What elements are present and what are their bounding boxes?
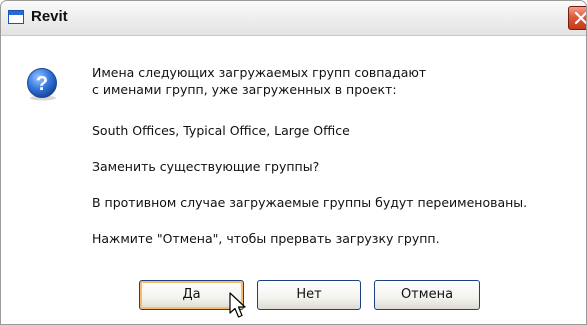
message-line-2: с именами групп, уже загруженных в проек… [92,82,397,97]
svg-text:?: ? [36,73,48,95]
cancel-button[interactable]: Отмена [374,280,480,310]
group-names: South Offices, Typical Office, Large Off… [92,123,350,138]
title-bar[interactable]: Revit [1,1,586,36]
dialog-body: ? Имена следующих загружаемых групп совп… [1,36,586,324]
mouse-pointer-icon [229,292,246,318]
rename-notice: В противном случае загружаемые группы бу… [92,195,528,210]
cancel-hint: Нажмите "Отмена", чтобы прервать загрузк… [92,231,440,246]
window-title: Revit [31,8,68,25]
close-x-icon [574,11,586,25]
revit-window-icon [8,10,24,24]
question-icon: ? [27,68,57,101]
dialog-window: Revit ? Имена следующих загружаемых груп… [0,0,587,325]
replace-question: Заменить существующие группы? [92,159,320,174]
close-button[interactable] [568,6,586,30]
message-line-1: Имена следующих загружаемых групп совпад… [92,65,427,80]
no-button[interactable]: Нет [257,280,361,310]
